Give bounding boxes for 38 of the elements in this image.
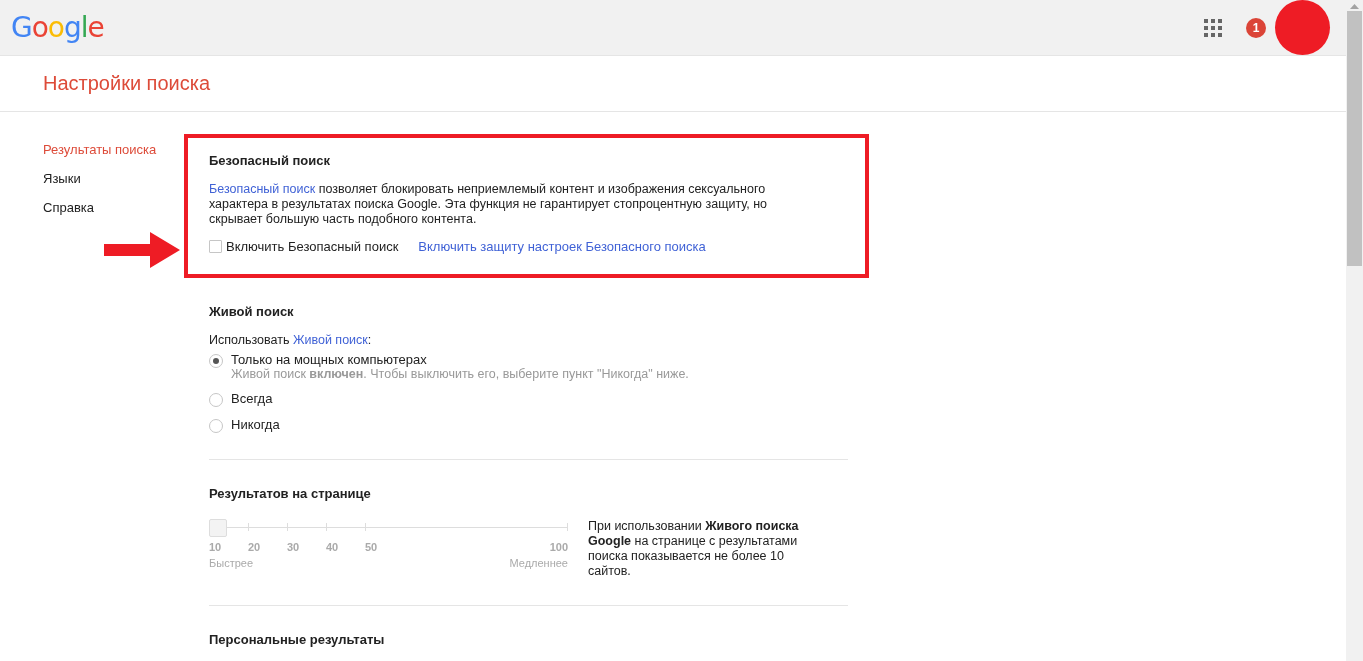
option-label: Всегда [231,391,273,406]
section-heading: Персональные результаты [209,632,386,647]
lock-settings-link[interactable]: Включить защиту настроек Безопасного поиска [418,239,706,254]
scroll-up-icon[interactable] [1350,4,1359,9]
safe-search-link[interactable]: Безопасный поиск [209,182,316,196]
sidebar-item[interactable]: Языки [43,171,184,186]
results-note: При использовании Живого поиска Google на странице с результатами поиска показывается не более 10 сайтов. [588,519,800,579]
speed-label: Медленнее [509,557,568,569]
tick-label: 30 [287,541,300,553]
instant-search-link[interactable]: Живой поиск [292,333,368,347]
scrollbar[interactable] [1346,0,1363,661]
speed-label: Быстрее [209,557,254,569]
page-title: Настройки поиска [43,72,211,95]
google-logo[interactable]: Google [11,11,104,44]
safe-search-option[interactable]: Включить Безопасный поиск [209,239,399,254]
tick-label: 50 [365,541,378,553]
annotation-arrow-icon [104,232,180,268]
section-heading: Живой поиск [209,304,295,319]
avatar-circle[interactable] [1275,0,1330,55]
slider-thumb[interactable] [209,519,227,537]
apps-grid-icon[interactable] [1204,18,1222,37]
scrollbar-thumb[interactable] [1347,11,1362,266]
sidebar-item[interactable]: Справка [43,200,184,215]
option-note: Живой поиск включен. Чтобы выключить его, выберите пункт "Никогда" ниже. [231,367,689,381]
tick-label: 10 [209,541,222,553]
slider-track[interactable] [209,519,568,537]
tick-label: 100 [549,541,568,553]
sidebar-item[interactable]: Результаты поиска [43,142,184,157]
section-heading: Безопасный поиск [209,153,332,168]
tick-label: 40 [326,541,339,553]
checkbox[interactable] [209,240,222,253]
tick-label: 20 [248,541,261,553]
option-label: Только на мощных компьютерах [231,352,428,367]
intro-text: Использовать Живой поиск: [209,333,373,348]
description-text: Безопасный поиск позволяет блокировать неприемлемый контент и изображения сексуального характера в результатах поиска Google. Эта функция не гарантирует стопроцентную защиту, но скрывает большую часть подобного контента. [209,182,769,227]
notification-badge[interactable]: 1 [1246,17,1266,38]
option-label: Никогда [231,417,280,432]
section-heading: Результатов на странице [209,486,372,501]
